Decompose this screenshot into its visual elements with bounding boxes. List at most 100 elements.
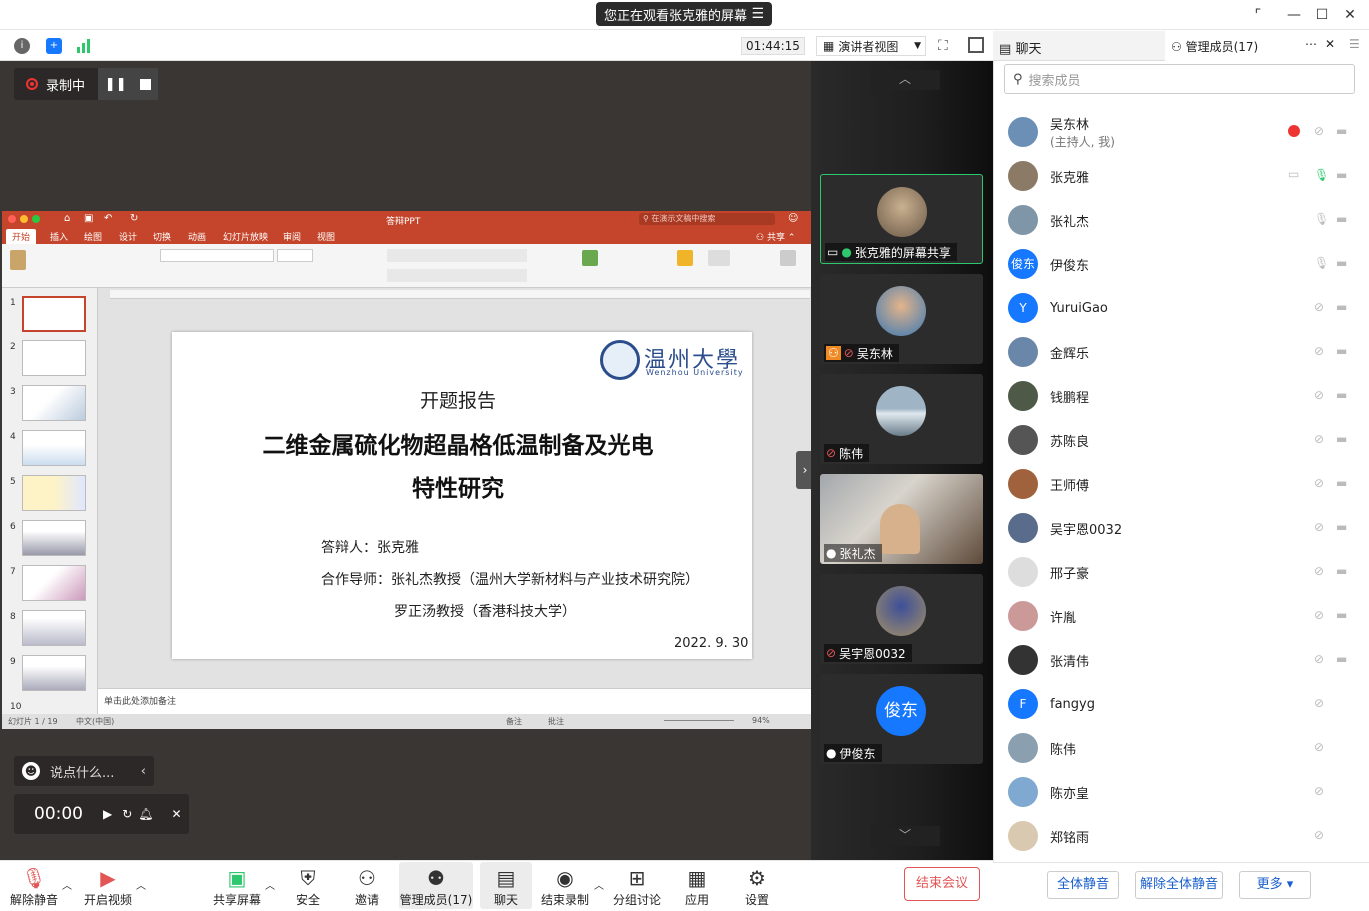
- mic-muted-icon[interactable]: ⊘: [1314, 476, 1324, 490]
- unmute-all-button[interactable]: 解除全体静音: [1135, 871, 1223, 899]
- member-row[interactable]: 邢子豪 ⊘ ▬: [1008, 550, 1358, 594]
- scroll-down-icon[interactable]: ﹀: [870, 826, 940, 846]
- redo-icon[interactable]: ↻: [130, 213, 138, 224]
- end-recording-button[interactable]: ◉ 结束录制: [540, 862, 590, 909]
- ppt-tab[interactable]: 幻灯片放映: [223, 230, 268, 243]
- unmute-button[interactable]: 🎙︎ 解除静音: [8, 862, 60, 909]
- tab-members[interactable]: ⚇ 管理成员(17) ⋯ ✕ ☰: [1165, 31, 1369, 61]
- slide-thumbnail[interactable]: [22, 610, 86, 646]
- mic-muted-icon[interactable]: ⊘: [1314, 344, 1324, 358]
- chevron-up-icon[interactable]: ︿: [136, 877, 146, 892]
- mic-muted-icon[interactable]: ⊘: [1314, 608, 1324, 622]
- layout-icon[interactable]: [968, 37, 984, 53]
- mic-icon[interactable]: 🎙︎: [1314, 168, 1329, 182]
- chat-button[interactable]: ▤ 聊天: [480, 862, 532, 909]
- breakout-button[interactable]: ⊞ 分组讨论: [612, 862, 662, 909]
- ppt-tab[interactable]: 设计: [119, 230, 137, 243]
- signal-icon[interactable]: [76, 38, 92, 54]
- minimize-icon[interactable]: —: [1284, 6, 1304, 24]
- loop-icon[interactable]: ↻: [122, 807, 132, 821]
- play-icon[interactable]: ▶: [103, 807, 112, 821]
- info-icon[interactable]: i: [14, 38, 30, 54]
- camera-off-icon[interactable]: ▬: [1336, 300, 1347, 314]
- chevron-up-icon[interactable]: ︿: [265, 877, 275, 892]
- maximize-icon[interactable]: ☐: [1312, 6, 1332, 24]
- video-tile[interactable]: ▭ ● 张克雅的屏幕共享: [820, 174, 983, 264]
- slide[interactable]: 温州大學 Wenzhou University 开题报告 二维金属硫化物超晶格低…: [172, 332, 752, 659]
- start-video-button[interactable]: ▶︎ 开启视频: [82, 862, 134, 909]
- slide-thumbnail[interactable]: [22, 520, 86, 556]
- member-row[interactable]: 许胤 ⊘ ▬: [1008, 594, 1358, 638]
- ppt-tab[interactable]: 开始: [6, 229, 37, 244]
- camera-off-icon[interactable]: ▬: [1336, 432, 1347, 446]
- apps-button[interactable]: ▦ 应用: [676, 862, 718, 909]
- menu-icon[interactable]: ☰: [1349, 37, 1360, 51]
- picture-icon[interactable]: [582, 250, 598, 266]
- ppt-share-button[interactable]: ⚇ 共享 ⌃: [756, 230, 795, 243]
- member-row[interactable]: 郑铭雨 ⊘: [1008, 814, 1358, 858]
- stop-icon[interactable]: [140, 78, 152, 90]
- member-row[interactable]: 张克雅 🎙︎ ▬ ▭: [1008, 154, 1358, 198]
- member-row[interactable]: 陈亦皇 ⊘: [1008, 770, 1358, 814]
- slide-thumbnail[interactable]: [22, 430, 86, 466]
- camera-off-icon[interactable]: ▬: [1336, 212, 1347, 226]
- pause-icon[interactable]: ❚❚: [105, 77, 127, 92]
- camera-off-icon[interactable]: ▬: [1336, 256, 1347, 270]
- member-row[interactable]: Ffangyg ⊘: [1008, 682, 1358, 726]
- member-row[interactable]: Y YuruiGao ⊘ ▬: [1008, 286, 1358, 330]
- camera-off-icon[interactable]: ▬: [1336, 124, 1347, 138]
- ppt-tab[interactable]: 视图: [317, 230, 335, 243]
- zoom-slider[interactable]: [664, 720, 734, 721]
- share-screen-button[interactable]: ▣ 共享屏幕: [210, 862, 264, 909]
- member-row[interactable]: 张清伟 ⊘ ▬: [1008, 638, 1358, 682]
- mute-all-button[interactable]: 全体静音: [1047, 871, 1119, 899]
- emoji-icon[interactable]: ☻: [22, 762, 40, 780]
- ppt-search[interactable]: ⚲ 在演示文稿中搜索: [639, 213, 775, 225]
- tab-chat[interactable]: ▤ 聊天: [999, 38, 1041, 57]
- more-icon[interactable]: ⋯: [1305, 37, 1317, 51]
- chevron-left-icon[interactable]: ‹: [141, 764, 146, 779]
- slide-thumbnail[interactable]: [22, 296, 86, 332]
- mic-icon[interactable]: 🎙︎: [1314, 256, 1329, 270]
- alignment-tools[interactable]: [387, 269, 527, 282]
- security-button[interactable]: ⛨ 安全: [288, 862, 328, 909]
- manage-members-button[interactable]: ⚉ 管理成员(17): [399, 862, 473, 909]
- camera-off-icon[interactable]: ▬: [1336, 608, 1347, 622]
- close-icon[interactable]: ✕: [1340, 6, 1360, 24]
- ppt-tab[interactable]: 动画: [188, 230, 206, 243]
- paragraph-tools[interactable]: [387, 249, 527, 262]
- camera-off-icon[interactable]: ▬: [1336, 652, 1347, 666]
- video-tile[interactable]: 俊东 ● 伊俊东: [820, 674, 983, 764]
- quick-style-icon[interactable]: [708, 250, 730, 266]
- invite-button[interactable]: ⚇ 邀请: [347, 862, 387, 909]
- home-icon[interactable]: ⌂: [64, 213, 70, 224]
- camera-off-icon[interactable]: ▬: [1336, 564, 1347, 578]
- camera-off-icon[interactable]: ▬: [1336, 476, 1347, 490]
- ppt-tab[interactable]: 切换: [153, 230, 171, 243]
- speaker-view-dropdown[interactable]: ▦ 演讲者视图 ▼: [816, 36, 926, 56]
- slide-thumbnail[interactable]: [22, 340, 86, 376]
- member-row[interactable]: 吴宇恩0032 ⊘ ▬: [1008, 506, 1358, 550]
- chevron-up-icon[interactable]: ︿: [62, 877, 72, 892]
- member-row[interactable]: 吴东林 (主持人, 我) ⊘ ▬: [1008, 110, 1358, 154]
- end-meeting-button[interactable]: 结束会议: [904, 867, 980, 901]
- video-tile[interactable]: ⊘ 陈伟: [820, 374, 983, 464]
- ppt-tab[interactable]: 插入: [50, 230, 68, 243]
- mic-muted-icon[interactable]: ⊘: [1314, 828, 1324, 842]
- font-size-field[interactable]: [277, 249, 313, 262]
- save-icon[interactable]: ▣: [84, 213, 93, 224]
- ppt-tab[interactable]: 绘图: [84, 230, 102, 243]
- shield-icon[interactable]: +: [46, 38, 62, 54]
- share-banner[interactable]: 您正在观看张克雅的屏幕 ☰: [596, 2, 772, 26]
- video-tile[interactable]: ⚇ ⊘ 吴东林: [820, 274, 983, 364]
- mic-muted-icon[interactable]: ⊘: [1314, 696, 1324, 710]
- font-name-field[interactable]: [160, 249, 274, 262]
- arrange-icon[interactable]: [677, 250, 693, 266]
- mic-muted-icon[interactable]: ⊘: [1314, 784, 1324, 798]
- member-row[interactable]: 王师傅 ⊘ ▬: [1008, 462, 1358, 506]
- fullscreen-icon[interactable]: ⛶: [938, 38, 948, 54]
- slide-thumbnail[interactable]: [22, 385, 86, 421]
- slide-thumbnail[interactable]: [22, 565, 86, 601]
- video-tile[interactable]: ● 张礼杰: [820, 474, 983, 564]
- member-row[interactable]: 苏陈良 ⊘ ▬: [1008, 418, 1358, 462]
